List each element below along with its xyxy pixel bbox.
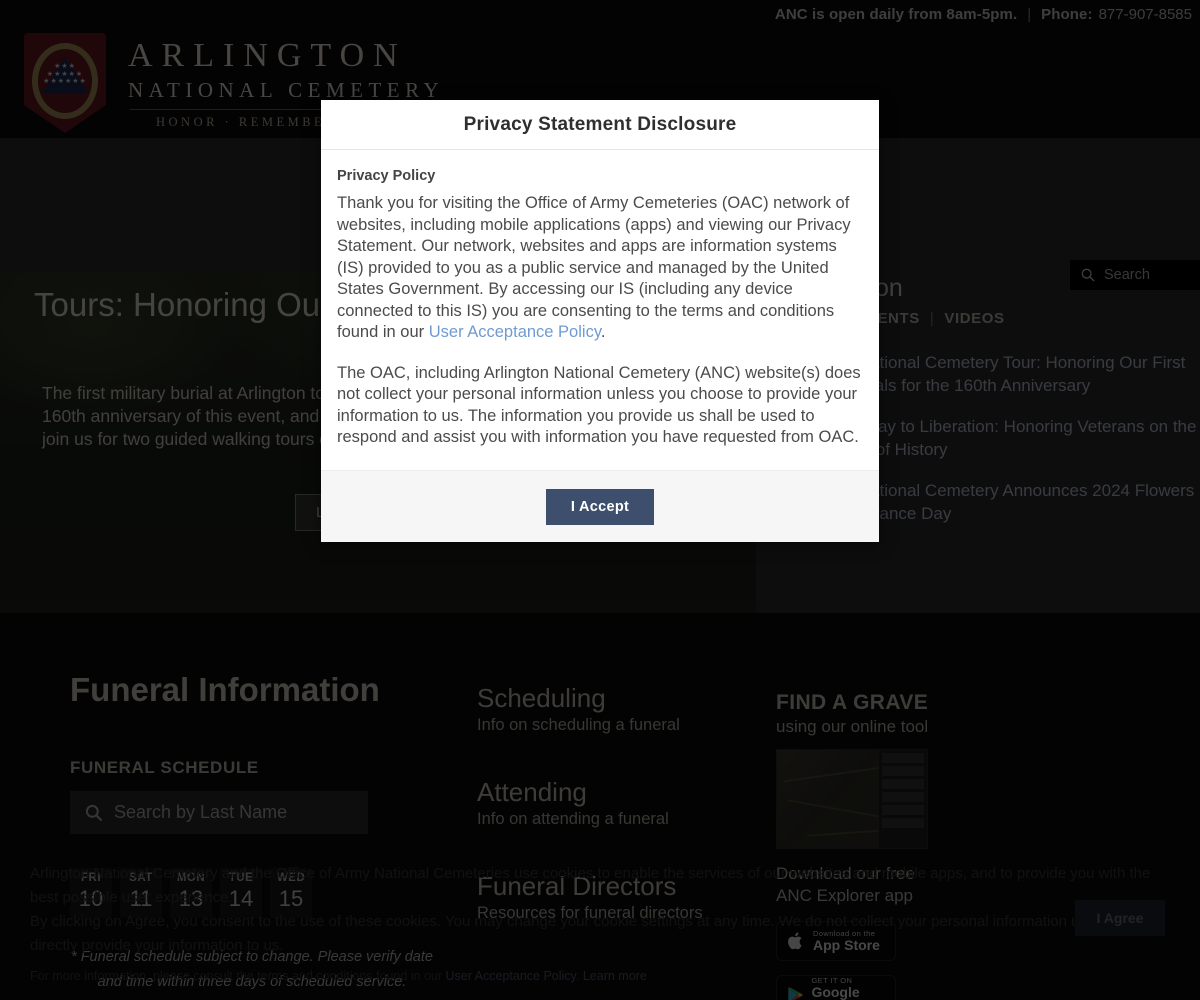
search-icon — [1081, 268, 1095, 282]
logo-line-2: NATIONAL CEMETERY — [128, 77, 445, 102]
privacy-paragraph-1-suffix: . — [600, 323, 606, 341]
user-acceptance-policy-link[interactable]: User Acceptance Policy — [429, 323, 601, 341]
search-icon — [85, 804, 103, 821]
privacy-policy-heading: Privacy Policy — [337, 168, 436, 184]
learn-more-link[interactable]: Learn more — [583, 969, 647, 983]
privacy-statement-modal: Privacy Statement Disclosure Privacy Pol… — [321, 100, 879, 542]
arlington-crest-icon[interactable]: ★★★ ★★★★★ ★★★★★★ — [24, 33, 106, 133]
i-accept-button[interactable]: I Accept — [545, 488, 655, 525]
privacy-paragraph-1: Thank you for visiting the Office of Arm… — [337, 193, 863, 344]
privacy-paragraph-1-text: Thank you for visiting the Office of Arm… — [337, 194, 851, 341]
utility-bar: ANC is open daily from 8am-5pm. | Phone:… — [0, 0, 1200, 28]
funeral-link-subtitle: Info on scheduling a funeral — [477, 716, 680, 734]
find-a-grave-heading: FIND A GRAVE — [776, 691, 929, 714]
tab-separator-2: | — [929, 310, 935, 327]
modal-title: Privacy Statement Disclosure — [463, 113, 737, 135]
phone-number[interactable]: 877-907-8585 — [1099, 6, 1192, 23]
hours-text: ANC is open daily from 8am-5pm. — [774, 5, 1018, 23]
funeral-link-title: Attending — [477, 777, 587, 807]
page-root: ANC is open daily from 8am-5pm. | Phone:… — [0, 0, 1200, 1000]
funeral-information-title: Funeral Information — [70, 671, 380, 708]
anc-explorer-map-thumbnail[interactable] — [776, 749, 928, 849]
search-input[interactable]: Search — [1070, 260, 1200, 290]
modal-header: Privacy Statement Disclosure — [321, 100, 879, 150]
logo-line-1: ARLINGTON — [128, 36, 407, 74]
modal-body: Privacy Policy Thank you for visiting th… — [321, 150, 879, 470]
find-a-grave-sub: using our online tool — [776, 717, 929, 736]
funeral-link-subtitle: Info on attending a funeral — [477, 810, 669, 828]
cookie-banner-line1: Arlington National Cemetery and the Offi… — [30, 865, 1151, 906]
search-placeholder: Search — [1104, 267, 1150, 283]
last-name-search-input[interactable]: Search by Last Name — [70, 791, 368, 834]
phone-label: Phone: — [1041, 5, 1093, 23]
user-acceptance-policy-link[interactable]: User Acceptance Policy — [446, 969, 576, 983]
tab-videos[interactable]: VIDEOS — [944, 310, 1004, 327]
last-name-search-placeholder: Search by Last Name — [114, 802, 288, 822]
cookie-consent-banner: Arlington National Cemetery and the Offi… — [0, 858, 1200, 988]
cookie-banner-line3-suffix: . — [575, 969, 583, 983]
cookie-banner-line2: By clicking on Agree, you consent to the… — [30, 913, 1143, 954]
cookie-banner-line3-prefix: For more information, please consult the… — [30, 969, 446, 983]
utility-separator: | — [1027, 5, 1032, 23]
funeral-link-title: Scheduling — [477, 683, 606, 713]
cookie-banner-line3: For more information, please consult the… — [30, 964, 1170, 988]
privacy-paragraph-2: The OAC, including Arlington National Ce… — [337, 363, 861, 447]
funeral-link-scheduling[interactable]: Scheduling Info on scheduling a funeral — [477, 683, 757, 735]
modal-footer: I Accept — [321, 470, 879, 542]
funeral-schedule-label: FUNERAL SCHEDULE — [70, 758, 259, 777]
funeral-link-attending[interactable]: Attending Info on attending a funeral — [477, 777, 757, 829]
cookie-agree-button[interactable]: I Agree — [1075, 900, 1165, 936]
